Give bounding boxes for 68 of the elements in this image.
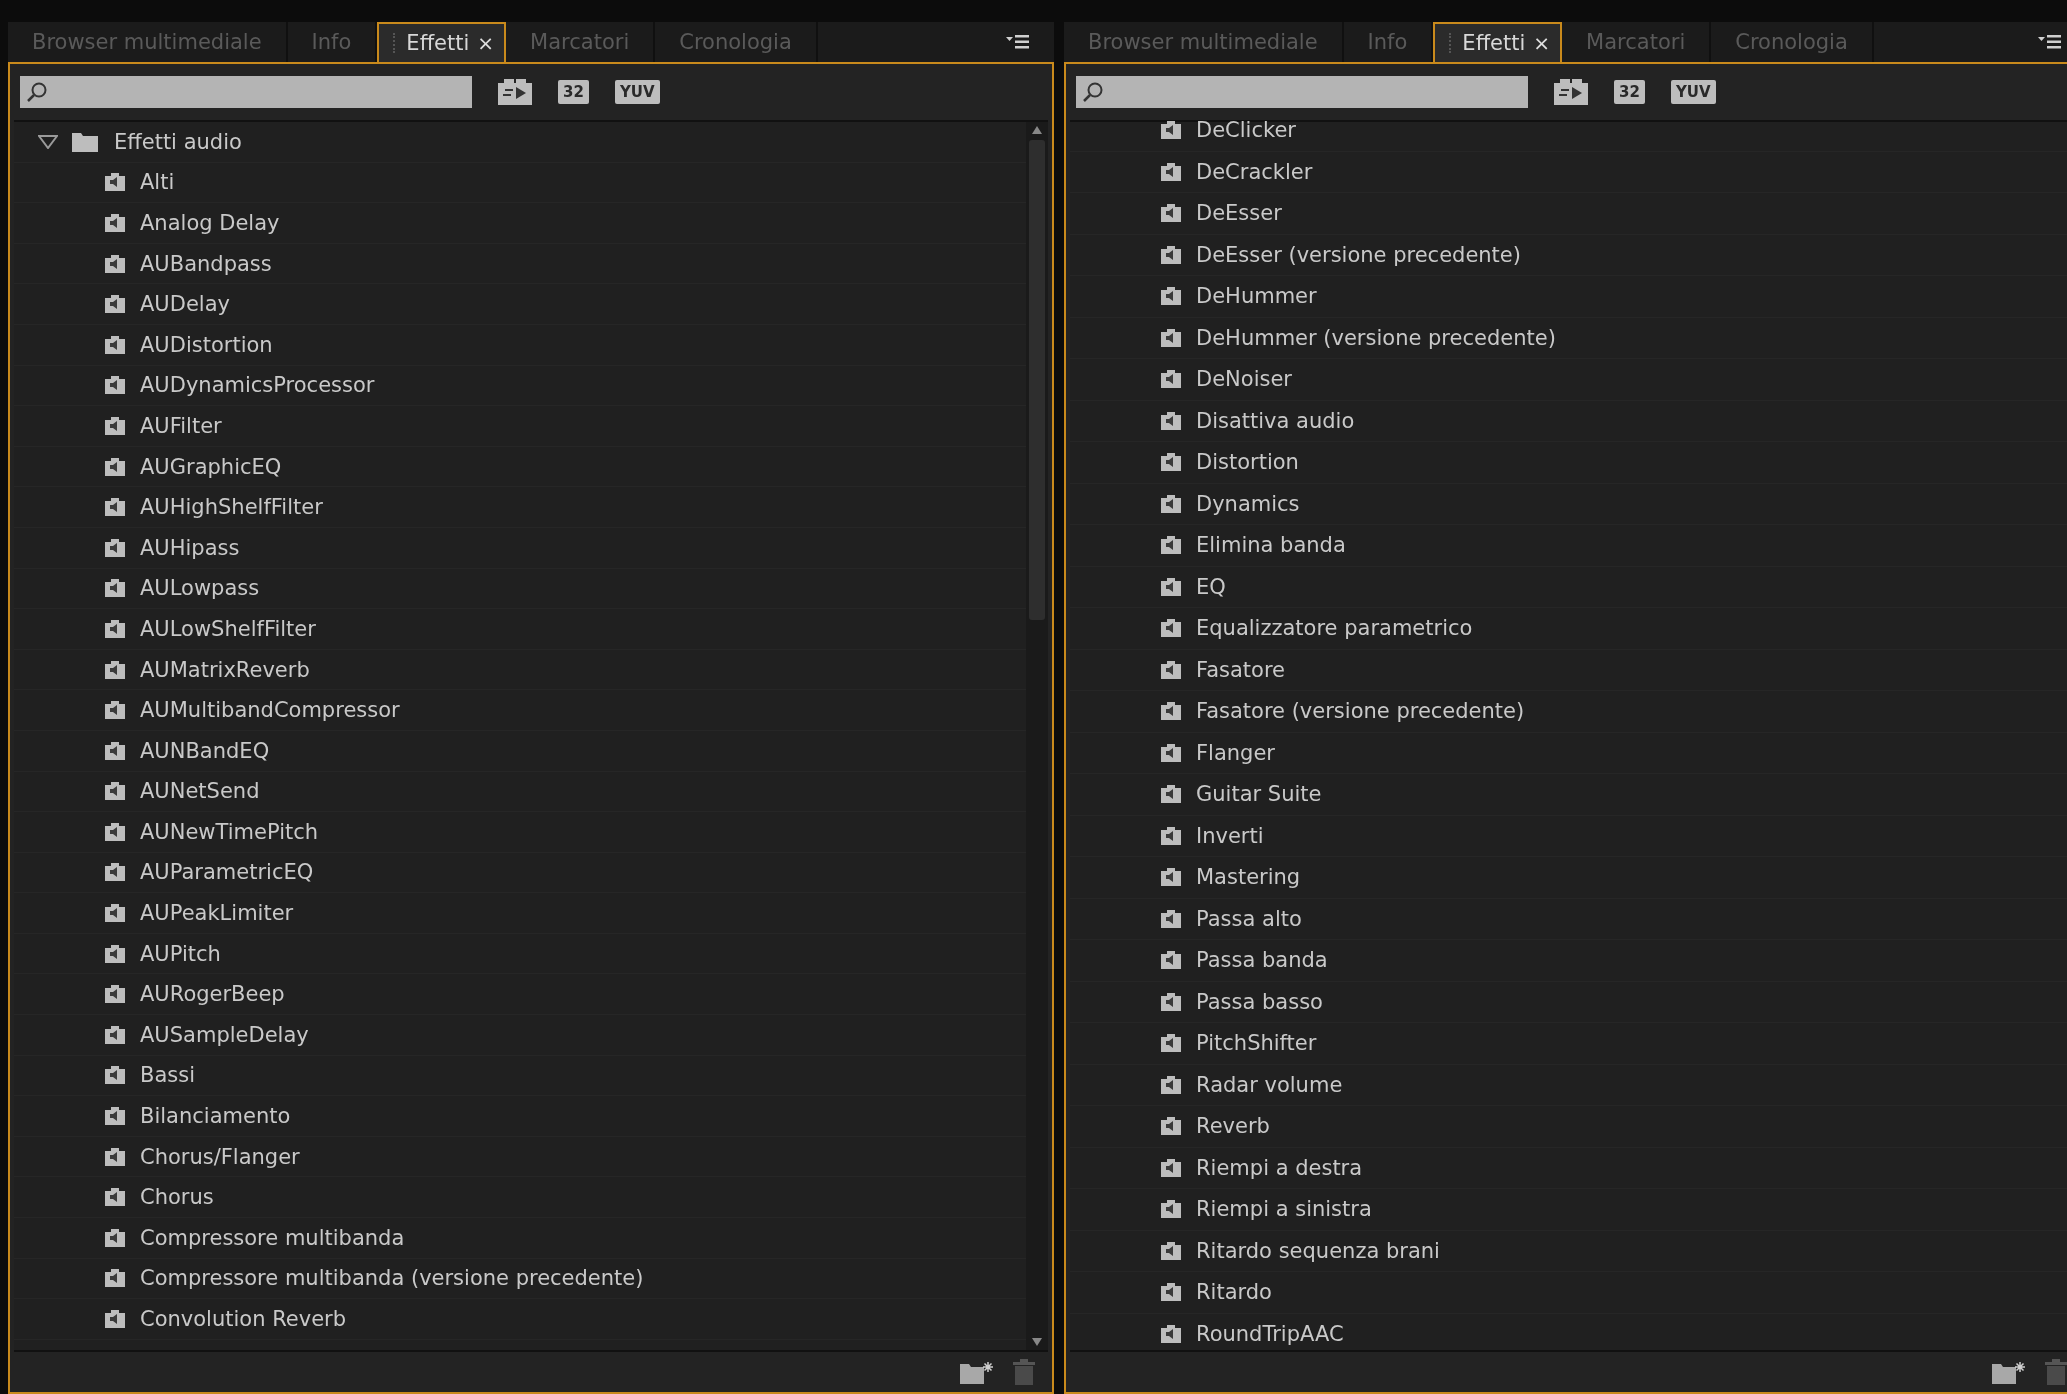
effect-name[interactable]: Distortion (1196, 450, 1299, 475)
effect-name[interactable]: Disattiva audio (1196, 408, 1355, 433)
effect-name[interactable]: PitchShifter (1196, 1031, 1317, 1056)
effect-name[interactable]: Passa banda (1196, 948, 1328, 973)
effect-name[interactable]: AUSampleDelay (140, 1022, 309, 1047)
effect-name[interactable]: DeClicker (1196, 118, 1296, 143)
effect-name[interactable]: AUPeakLimiter (140, 901, 294, 926)
effect-name[interactable]: Passa alto (1196, 906, 1302, 931)
effect-name[interactable]: DeHummer (versione precedente) (1196, 325, 1556, 350)
effect-name[interactable]: Fasatore (1196, 657, 1285, 682)
effect-name[interactable]: Fasatore (versione precedente) (1196, 699, 1525, 724)
effect-name[interactable]: Ritardo sequenza brani (1196, 1238, 1440, 1263)
effect-name[interactable]: Bilanciamento (140, 1104, 291, 1129)
effect-name[interactable]: AULowpass (140, 576, 260, 601)
effect-name[interactable]: Analog Delay (140, 211, 280, 235)
effect-name[interactable]: AURogerBeep (140, 982, 285, 1007)
effect-name[interactable]: AUPitch (140, 941, 221, 966)
effect-name[interactable]: Passa basso (1196, 989, 1323, 1014)
filter-button[interactable]: YUV (1670, 80, 1716, 104)
effect-name[interactable]: Riempi a destra (1196, 1155, 1363, 1180)
effect-name[interactable]: EQ (1196, 574, 1226, 599)
effect-name[interactable]: AULowShelfFilter (140, 616, 316, 641)
effect-name[interactable]: AUNetSend (140, 779, 260, 804)
effect-name[interactable]: Mastering (1196, 865, 1301, 890)
effect-name[interactable]: Dynamics (1196, 491, 1300, 516)
effect-name[interactable]: Convolution Reverb (140, 1307, 347, 1331)
effect-name[interactable]: Radar volume (1196, 1072, 1343, 1097)
panel-tab[interactable]: Effetti × (377, 22, 507, 62)
effect-name[interactable]: Compressore multibanda (140, 1225, 405, 1250)
effect-name[interactable]: Chorus (140, 1185, 214, 1210)
effect-name[interactable]: AUDistortion (140, 332, 273, 357)
effect-name[interactable]: DeCrackler (1196, 159, 1313, 184)
effect-name[interactable]: AUGraphicEQ (140, 454, 282, 479)
effect-name[interactable]: AUNewTimePitch (140, 819, 319, 844)
effect-name[interactable]: Elimina banda (1196, 533, 1346, 558)
effect-name[interactable]: AUDynamicsProcessor (140, 373, 375, 398)
effect-name[interactable]: AUBandpass (140, 251, 272, 276)
effect-name[interactable]: Effetti audio (114, 129, 242, 154)
effect-name[interactable]: AUNBandEQ (140, 738, 270, 763)
effect-name[interactable]: Chorus/Flanger (140, 1144, 300, 1169)
effect-name[interactable]: Equalizzatore parametrico (1196, 616, 1473, 641)
effect-name[interactable]: Flanger (1196, 740, 1275, 765)
effect-name[interactable]: Guitar Suite (1196, 782, 1322, 807)
effect-name[interactable]: Inverti (1196, 823, 1264, 848)
effect-name[interactable]: AUParametricEQ (140, 860, 314, 885)
effect-name[interactable]: Ritardo (1196, 1280, 1272, 1305)
effect-name[interactable]: DeEsser (versione precedente) (1196, 242, 1521, 267)
effect-name[interactable]: RoundTripAAC (1196, 1321, 1344, 1346)
filter-button[interactable]: 32 (1614, 80, 1645, 104)
close-tab-button[interactable]: × (477, 31, 495, 55)
effect-name[interactable]: Alti (140, 170, 175, 195)
effect-name[interactable]: Bassi (140, 1063, 195, 1088)
filter-button[interactable]: 32 (558, 80, 589, 104)
effect-name[interactable]: AUHighShelfFilter (140, 495, 323, 520)
effect-name[interactable]: DeNoiser (1196, 367, 1292, 392)
effect-name[interactable]: Compressore multibanda (versione precedente) (140, 1266, 644, 1291)
filter-button[interactable]: YUV (614, 80, 660, 104)
effect-name[interactable]: DeHummer (1196, 284, 1317, 309)
effect-name[interactable]: AUFilter (140, 413, 222, 438)
effect-name[interactable]: AUDelay (140, 292, 230, 317)
effect-name[interactable]: AUHipass (140, 535, 240, 560)
effect-name[interactable]: Reverb (1196, 1114, 1270, 1139)
panel-tab[interactable]: Effetti × (1433, 22, 1563, 62)
close-tab-button[interactable]: × (1533, 31, 1551, 55)
effect-name[interactable]: DeEsser (1196, 201, 1282, 226)
effect-name[interactable]: AUMultibandCompressor (140, 698, 400, 723)
effect-name[interactable]: AUMatrixReverb (140, 657, 310, 682)
effect-name[interactable]: Riempi a sinistra (1196, 1197, 1372, 1222)
